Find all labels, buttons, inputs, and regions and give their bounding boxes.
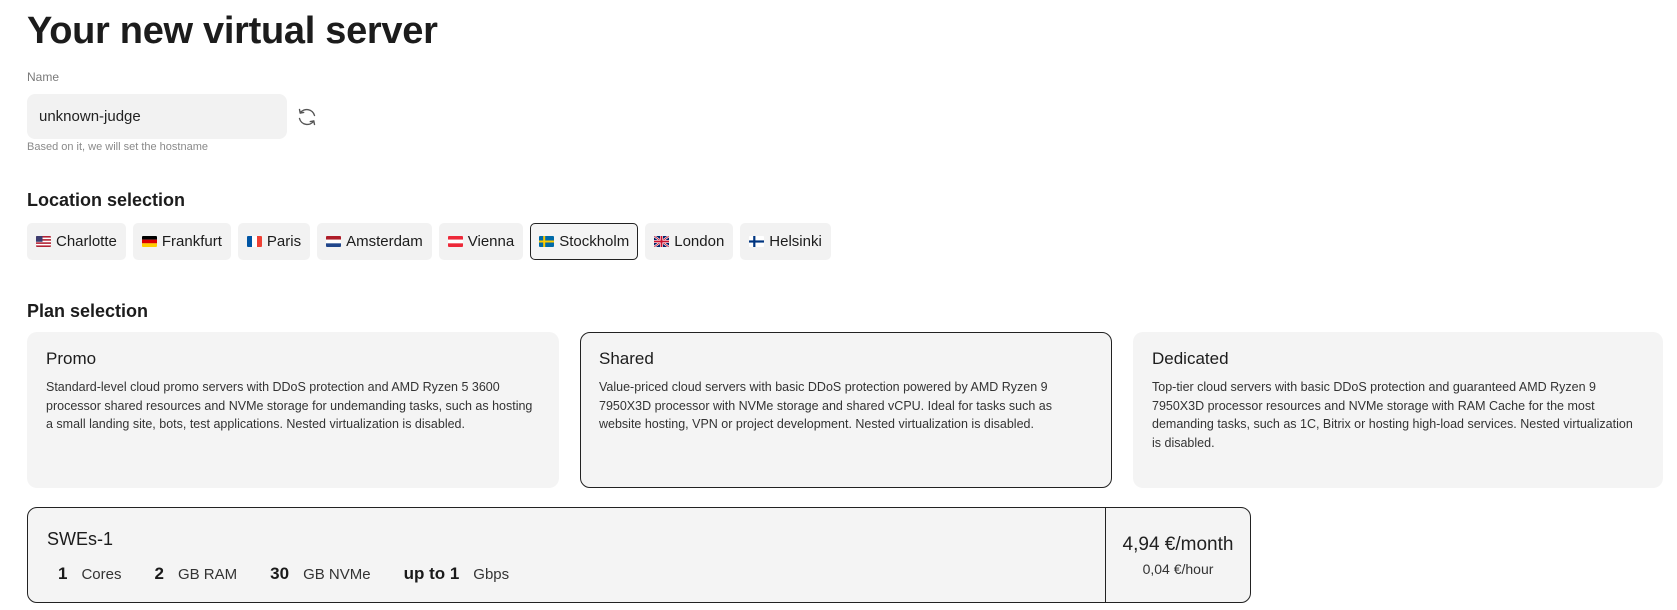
location-label: Stockholm [559, 233, 630, 250]
plan-name: Shared [599, 349, 654, 368]
location-label: London [674, 233, 725, 250]
gb-flag-icon [654, 236, 670, 247]
location-paris[interactable]: Paris [237, 223, 311, 260]
location-label: Paris [266, 233, 302, 250]
price-per-month: 4,94 €/month [1122, 533, 1234, 555]
location-amsterdam[interactable]: Amsterdam [317, 223, 432, 260]
spec-unit: Cores [81, 566, 122, 583]
spec-unit: GB RAM [177, 566, 238, 583]
location-helsinki[interactable]: Helsinki [740, 223, 831, 260]
page: Your new virtual server Name Based on it… [0, 0, 1677, 610]
page-title: Your new virtual server [27, 10, 438, 52]
fr-flag-icon [246, 236, 262, 247]
server-config-name: SWEs-1 [47, 529, 114, 549]
spec-ram: 2 GB RAM [154, 564, 237, 584]
spec-unit: GB NVMe [303, 566, 371, 583]
plan-card-dedicated[interactable]: Dedicated Top-tier cloud servers with ba… [1133, 332, 1663, 488]
location-label: Amsterdam [346, 233, 423, 250]
at-flag-icon [447, 236, 463, 247]
plan-name: Dedicated [1152, 349, 1229, 368]
se-flag-icon [539, 236, 555, 247]
plan-description: Standard-level cloud promo servers with … [46, 380, 533, 431]
location-label: Charlotte [56, 233, 117, 250]
server-config-row[interactable]: SWEs-1 1 Cores 2 GB RAM 30 GB NVMe up to… [27, 507, 1251, 603]
location-london[interactable]: London [645, 223, 734, 260]
spec-value: up to 1 [403, 564, 460, 583]
name-field-label: Name [27, 70, 60, 84]
location-charlotte[interactable]: Charlotte [27, 223, 126, 260]
plan-description: Value-priced cloud servers with basic DD… [599, 380, 1052, 431]
us-flag-icon [36, 236, 51, 247]
nl-flag-icon [326, 236, 342, 247]
spec-unit: Gbps [473, 566, 510, 583]
spec-value: 1 [58, 564, 68, 583]
spec-bandwidth: up to 1 Gbps [404, 564, 510, 584]
spec-storage: 30 GB NVMe [270, 564, 370, 584]
plan-section-title: Plan selection [27, 301, 149, 321]
location-frankfurt[interactable]: Frankfurt [132, 223, 231, 260]
plan-description: Top-tier cloud servers with basic DDoS p… [1152, 380, 1633, 450]
name-field-hint: Based on it, we will set the hostname [27, 141, 208, 153]
spec-cores: 1 Cores [58, 564, 121, 584]
location-label: Helsinki [769, 233, 822, 250]
spec-value: 30 [270, 564, 290, 583]
price-per-hour: 0,04 €/hour [1142, 560, 1214, 577]
plan-card-promo[interactable]: Promo Standard-level cloud promo servers… [27, 332, 559, 488]
plan-card-shared[interactable]: Shared Value-priced cloud servers with b… [580, 332, 1112, 488]
server-specs: 1 Cores 2 GB RAM 30 GB NVMe up to 1 Gbps [58, 564, 542, 584]
plan-name: Promo [46, 349, 97, 368]
location-vienna[interactable]: Vienna [438, 223, 524, 260]
location-stockholm[interactable]: Stockholm [530, 223, 639, 260]
name-input[interactable] [27, 94, 287, 139]
location-list: Charlotte Frankfurt Paris Amsterdam Vien… [27, 223, 831, 260]
spec-value: 2 [154, 564, 164, 583]
location-section-title: Location selection [27, 190, 186, 210]
de-flag-icon [141, 236, 157, 247]
price-box: 4,94 €/month 0,04 €/hour [1105, 508, 1250, 602]
refresh-icon[interactable] [295, 105, 319, 129]
location-label: Frankfurt [161, 233, 222, 250]
location-label: Vienna [467, 233, 515, 250]
fi-flag-icon [749, 236, 765, 247]
